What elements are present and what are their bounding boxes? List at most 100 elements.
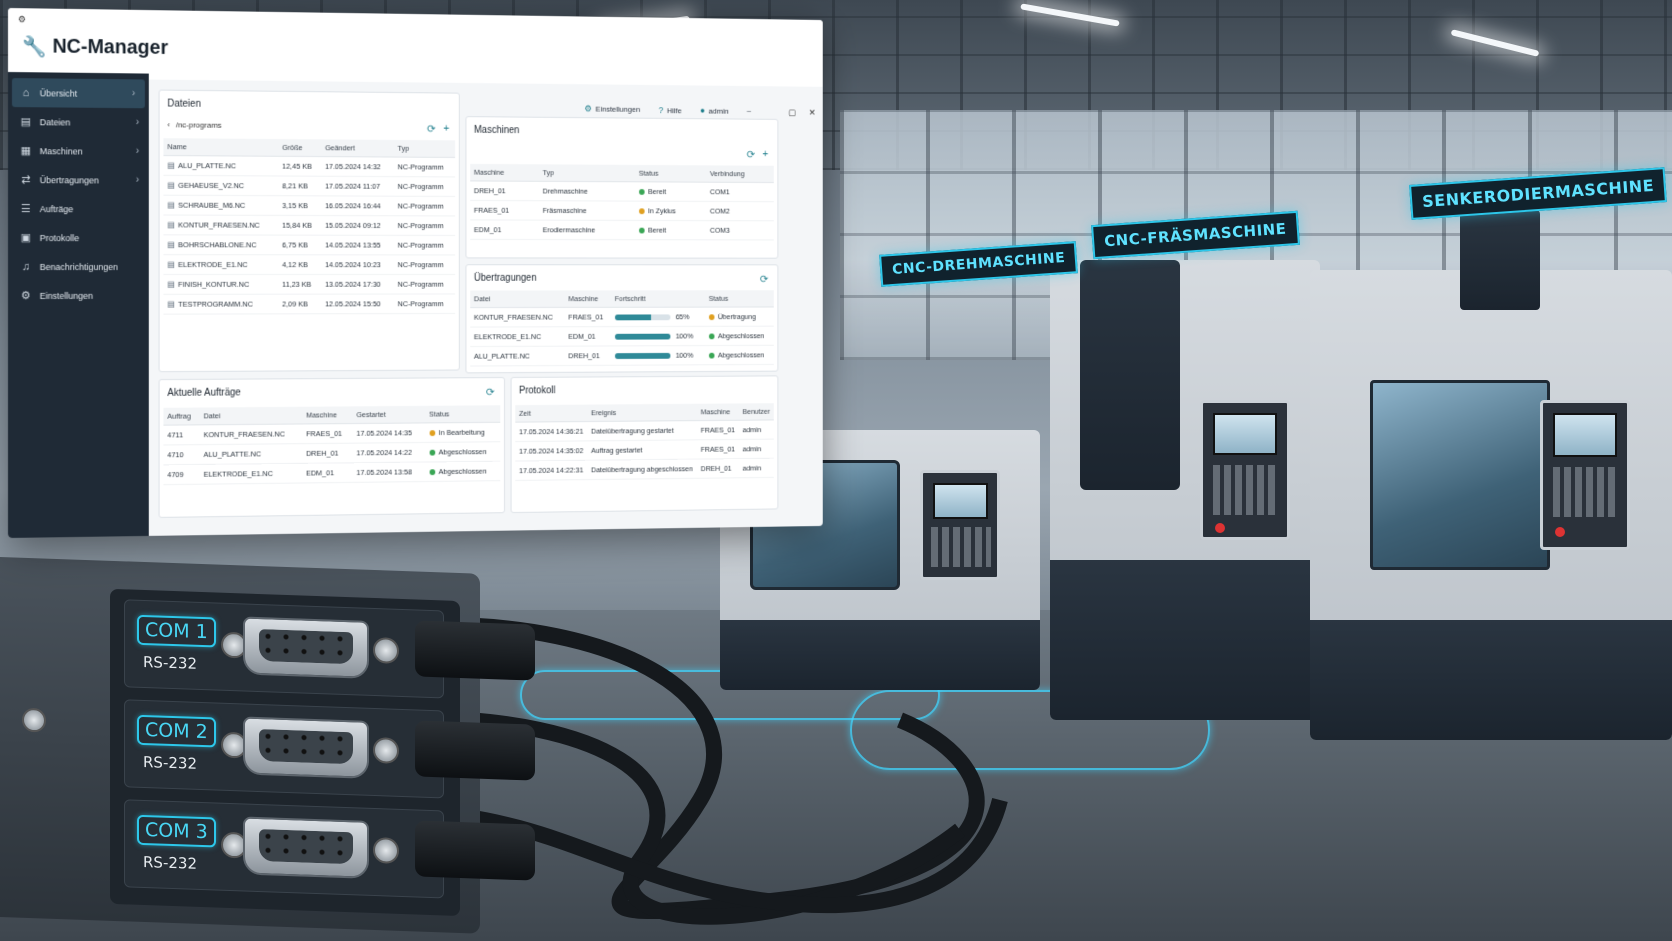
table-row[interactable]: FRAES_01 Fräsmaschine In Zyklus COM2 (470, 200, 774, 221)
transfer-progress: 100% (610, 345, 705, 366)
sidebar-item-label: Protokolle (39, 232, 80, 243)
refresh-icon[interactable]: ⟳ (747, 148, 755, 161)
add-icon[interactable]: + (443, 123, 449, 136)
file-type: NC-Programm (393, 235, 456, 255)
column-header[interactable]: Größe (278, 139, 322, 157)
log-table: Zeit Ereignis Maschine Benutzer 17.05.2024 … (515, 403, 774, 481)
log-title: Protokoll (519, 385, 556, 397)
file-size: 8,21 KB (278, 175, 322, 196)
log-machine: FRAES_01 (697, 439, 739, 460)
transfer-file: ALU_PLATTE.NC (470, 346, 565, 367)
nc-manager-window: ⚙ 🔧 NC-Manager ⌂ Übersicht › ▤ Dateien › ▦ Masc… (8, 8, 823, 538)
machines-actions: ⟳ + (747, 148, 769, 161)
progress-fill (614, 352, 671, 360)
table-row[interactable]: ▤ GEHAEUSE_V2.NC 8,21 KB 17.05.2024 11:07 NC… (163, 175, 456, 197)
column-header[interactable]: Status (704, 290, 774, 308)
file-name-cell: ▤ ELEKTRODE_E1.NC (163, 254, 279, 275)
sidebar-item-einstellungen[interactable]: ⚙ Einstellungen (8, 281, 149, 310)
column-header[interactable]: Maschine (697, 403, 739, 421)
gear-icon: ⚙ (584, 103, 592, 114)
status-cell: Abgeschlossen (425, 461, 501, 482)
table-row[interactable]: ▤ BOHRSCHABLONE.NC 6,75 KB 14.05.2024 13:55… (163, 234, 456, 255)
status-cell: In Bearbeitung (425, 422, 501, 443)
column-header[interactable]: Zeit (515, 404, 588, 423)
table-row[interactable]: ▤ FINISH_KONTUR.NC 11,23 KB 13.05.2024 17:3… (163, 274, 456, 295)
status-label: Übertragung (717, 312, 756, 322)
sidebar-item-aufträge[interactable]: ☰ Aufträge (8, 194, 149, 223)
sidebar-item-label: Übersicht (39, 87, 78, 99)
gear-icon: ⚙ (20, 289, 31, 302)
minimize-button[interactable]: – (747, 106, 751, 115)
column-header[interactable]: Status (635, 164, 707, 183)
serial-hub: COM 1 RS-232 COM 2 RS-232 COM 3 RS-232 (0, 556, 535, 934)
table-row[interactable]: 17.05.2024 14:36:21 Dateiübertragung gest… (515, 419, 774, 442)
refresh-icon[interactable]: ⟳ (486, 386, 495, 399)
table-row[interactable]: 4709 ELEKTRODE_E1.NC EDM_01 17.05.2024 13:5… (163, 461, 501, 485)
column-header[interactable]: Maschine (564, 290, 611, 308)
column-header[interactable]: Gestartet (352, 405, 426, 424)
table-row[interactable]: ALU_PLATTE.NC DREH_01 100% Abgeschlossen (470, 345, 774, 367)
column-header[interactable]: Ereignis (587, 403, 698, 422)
user-menu[interactable]: ● admin (700, 105, 729, 115)
close-button[interactable]: ✕ (809, 108, 816, 119)
progress-percent: 100% (675, 331, 694, 341)
sidebar-item-protokolle[interactable]: ▣ Protokolle (8, 223, 149, 252)
port-row-com2: COM 2 RS-232 (124, 699, 535, 799)
machine-connection: COM1 (706, 182, 774, 202)
status-dot (638, 227, 645, 234)
column-header[interactable]: Status (425, 405, 501, 423)
table-row[interactable]: ▤ TESTPROGRAMM.NC 2,09 KB 12.05.2024 15:50 N… (163, 293, 456, 315)
back-icon[interactable]: ‹ (167, 120, 170, 129)
machine-connection: COM3 (706, 220, 774, 240)
port-type: RS-232 (143, 652, 197, 673)
column-header[interactable]: Typ (538, 164, 636, 182)
add-icon[interactable]: + (762, 148, 768, 160)
column-header[interactable]: Geändert (321, 139, 394, 158)
status-label: Bereit (648, 225, 667, 235)
column-header[interactable]: Maschine (302, 406, 353, 424)
chevron-right-icon: › (135, 145, 140, 157)
log-time: 17.05.2024 14:22:31 (515, 460, 588, 481)
file-name-cell: ▤ GEHAEUSE_V2.NC (163, 175, 279, 196)
sidebar-item-übersicht[interactable]: ⌂ Übersicht › (11, 78, 145, 109)
help-link[interactable]: ? Hilfe (659, 105, 682, 115)
column-header[interactable]: Name (163, 138, 279, 157)
table-row[interactable]: KONTUR_FRAESEN.NC FRAES_01 65% Übertragung (470, 306, 774, 328)
sidebar-item-label: Dateien (39, 116, 71, 128)
column-header[interactable]: Auftrag (163, 407, 200, 426)
status-cell: Abgeschlossen (704, 326, 774, 346)
log-user: admin (738, 439, 774, 459)
column-header[interactable]: Fortschritt (610, 290, 705, 308)
maximize-button[interactable]: ▢ (788, 108, 796, 119)
status-label: Abgeschlossen (717, 350, 765, 360)
files-title: Dateien (167, 98, 201, 110)
column-header[interactable]: Maschine (470, 163, 539, 182)
file-icon: ▤ (167, 200, 175, 210)
progress-bar (614, 314, 671, 321)
sidebar-item-benachrichtigungen[interactable]: ♫ Benachrichtigungen (8, 252, 149, 281)
sidebar-item-übertragungen[interactable]: ⇄ Übertragungen › (8, 165, 149, 195)
sidebar-item-dateien[interactable]: ▤ Dateien › (8, 107, 149, 137)
column-header[interactable]: Datei (470, 290, 565, 308)
table-row[interactable]: ELEKTRODE_E1.NC EDM_01 100% Abgeschlossen (470, 326, 774, 347)
table-row[interactable]: ▤ KONTUR_FRAESEN.NC 15,84 KB 15.05.2024 09:… (163, 215, 456, 236)
column-header[interactable]: Datei (199, 406, 303, 425)
refresh-icon[interactable]: ⟳ (427, 123, 436, 136)
status-cell: Bereit (635, 220, 707, 240)
table-row[interactable]: ▤ ELEKTRODE_E1.NC 4,12 KB 14.05.2024 10:23 N… (163, 254, 456, 275)
table-row[interactable]: 17.05.2024 14:22:31 Dateiübertragung abge… (515, 458, 774, 481)
column-header[interactable]: Typ (393, 139, 456, 158)
job-started: 17.05.2024 14:35 (352, 422, 426, 444)
refresh-icon[interactable]: ⟳ (760, 273, 768, 285)
table-row[interactable]: ▤ ALU_PLATTE.NC 12,45 KB 17.05.2024 14:32 NC… (163, 155, 456, 177)
machine-type: Fräsmaschine (538, 200, 636, 221)
table-row[interactable]: EDM_01 Erodiermaschine Bereit COM3 (470, 219, 774, 240)
log-card: Protokoll Zeit Ereignis Maschine Benutzer 1… (510, 375, 779, 514)
sidebar-item-maschinen[interactable]: ▦ Maschinen › (8, 136, 149, 166)
file-name: BOHRSCHABLONE.NC (178, 240, 257, 250)
column-header[interactable]: Benutzer (738, 403, 774, 421)
column-header[interactable]: Verbindung (706, 165, 774, 183)
settings-link[interactable]: ⚙ Einstellungen (584, 104, 640, 115)
table-row[interactable]: ▤ SCHRAUBE_M6.NC 3,15 KB 16.05.2024 16:44 NC… (163, 195, 456, 216)
table-row[interactable]: DREH_01 Drehmaschine Bereit COM1 (470, 180, 774, 202)
